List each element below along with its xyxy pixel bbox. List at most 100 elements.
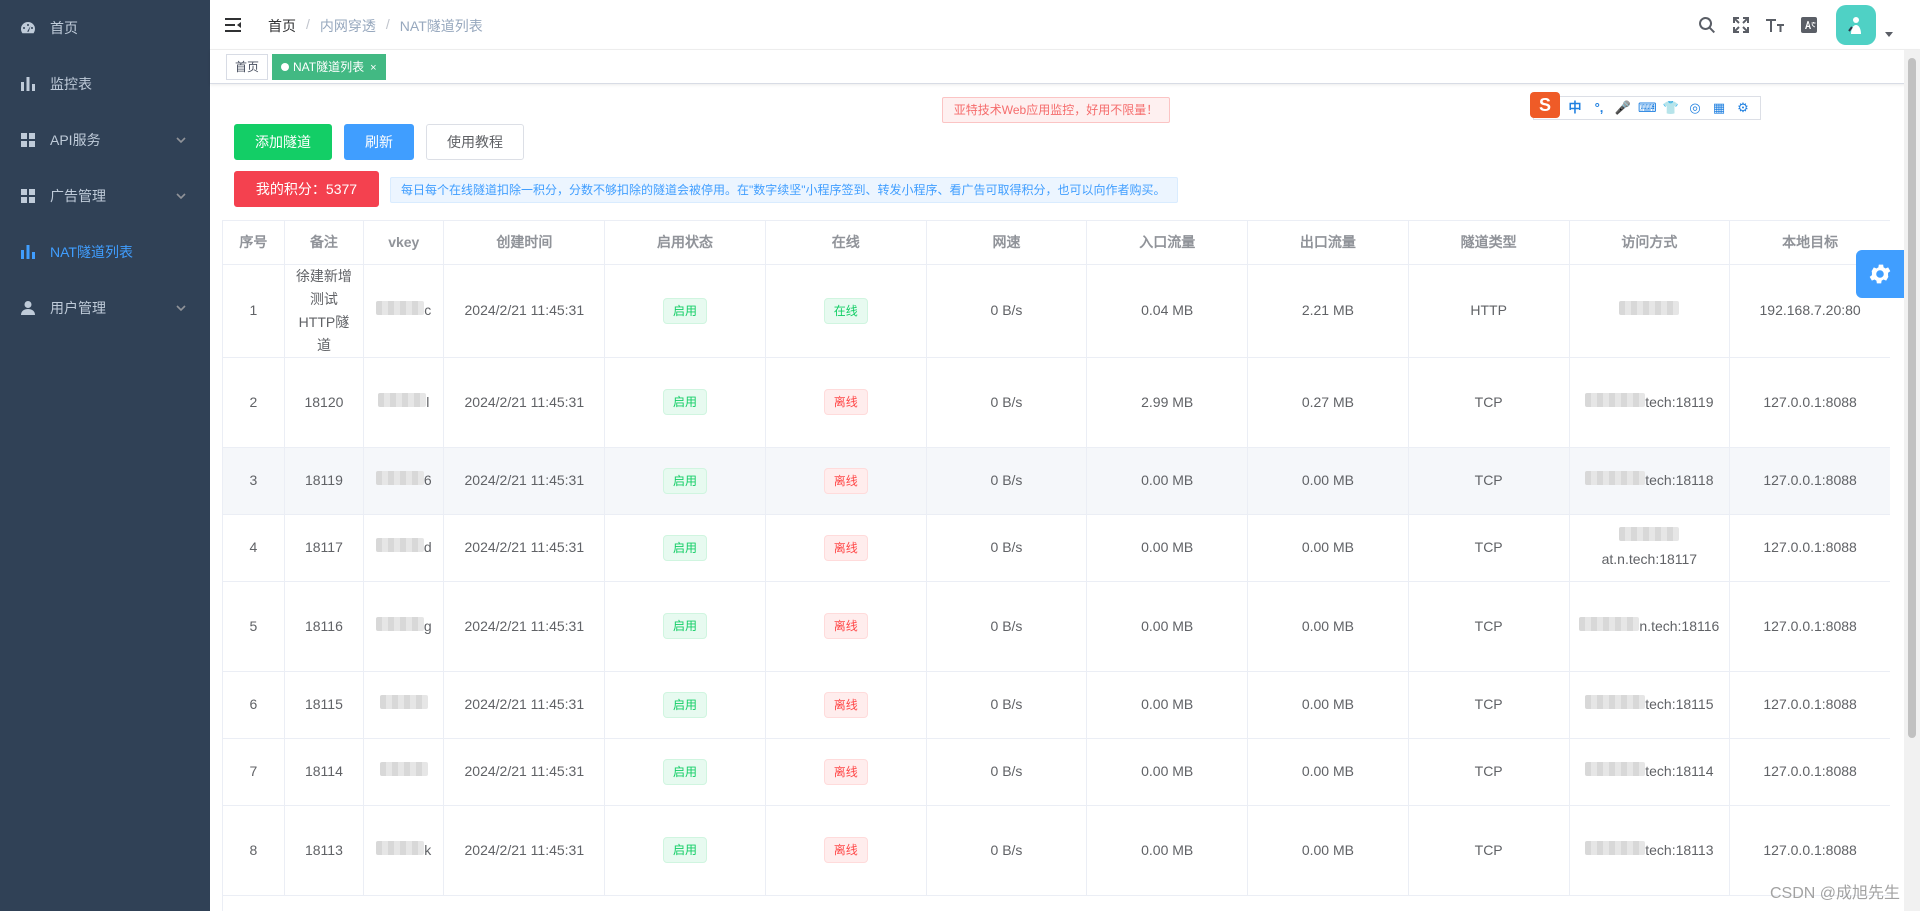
tunnel-table: 序号 备注 vkey 创建时间 启用状态 在线 网速 入口流量 出口流量 隧道类… [222,220,1890,911]
sidebar-item-home[interactable]: 首页 [0,0,210,56]
cell-access: tech:18115 [1569,671,1731,739]
table-row[interactable]: 4 18117 d 2024/2/21 11:45:31 启用 离线 0 B/s 0.00 M… [223,514,1890,582]
table-row[interactable]: 7 18114 2024/2/21 11:45:31 启用 离线 0 B/s 0.00 MB… [223,738,1890,806]
font-size-icon[interactable] [1758,0,1792,50]
table-row[interactable]: 6 18115 2024/2/21 11:45:31 启用 离线 0 B/s 0.00 MB… [223,671,1890,739]
ime-toolbar: S 中 °, 🎤 ⌨ 👕 ◎ ▦ ⚙ [1530,92,1761,120]
access-text: tech:18118 [1645,472,1714,488]
settings-icon[interactable]: ⚙ [1734,100,1752,116]
ime-logo[interactable]: S [1530,92,1560,118]
sidebar-item-api[interactable]: API服务 [0,112,210,168]
cell-online: 离线 [765,581,927,672]
cell-index: 7 [223,738,285,806]
table-row[interactable]: 3 18119 6 2024/2/21 11:45:31 启用 离线 0 B/s 0.00 M… [223,447,1890,515]
cell-in: 0.00 MB [1086,581,1249,672]
keyboard-icon[interactable]: ⌨ [1638,100,1657,116]
ad-notice[interactable]: 亚特技术Web应用监控，好用不限量！ [942,97,1170,123]
cell-speed: 0 B/s [926,264,1088,358]
cell-online: 离线 [765,447,927,515]
scrollbar-thumb[interactable] [1908,58,1916,738]
tag-nat-list[interactable]: NAT隧道列表 × [272,54,386,80]
enabled-status-tag: 启用 [663,389,708,415]
fullscreen-icon[interactable] [1724,0,1758,50]
tag-label: NAT隧道列表 [293,60,365,74]
cell-type: TCP [1408,514,1570,582]
vkey-text: l [426,393,430,410]
cell-access: tech:18114 [1569,738,1731,806]
ime-punctuation-icon[interactable]: °, [1590,100,1608,116]
sidebar-item-label: 用户管理 [50,300,106,316]
chevron-down-icon [174,301,188,315]
enabled-status-tag: 启用 [663,758,708,785]
cell-speed: 0 B/s [926,357,1088,448]
cell-access [1569,264,1731,358]
tag-home[interactable]: 首页 [226,54,269,80]
skin-icon[interactable]: 👕 [1662,100,1680,116]
cell-vkey: k [363,805,445,896]
table-row[interactable]: 5 18116 g 2024/2/21 11:45:31 启用 离线 0 B/s 0.00 M… [223,581,1890,672]
cell-target: 127.0.0.1:8088 [1729,357,1890,448]
redacted-vkey [375,616,424,631]
sidebar-item-monitor[interactable]: 监控表 [0,56,210,112]
vertical-scrollbar[interactable] [1904,50,1920,911]
cell-speed: 0 B/s [926,581,1088,672]
sidebar-item-ads[interactable]: 广告管理 [0,168,210,224]
cell-remark: 18113 [284,805,365,896]
cell-access: n.tech:18116 [1569,581,1731,672]
breadcrumb-item[interactable]: 首页 [268,16,296,36]
sidebar-item-label: API服务 [50,132,101,148]
refresh-button[interactable]: 刷新 [344,124,414,160]
cell-in: 0.00 MB [1086,738,1249,806]
tutorial-button[interactable]: 使用教程 [426,124,524,160]
settings-button[interactable] [1856,250,1904,298]
my-points-button[interactable]: 我的积分：5377 [234,171,379,207]
cell-created: 2024/2/21 11:45:31 [443,738,606,806]
vkey-text: d [423,539,432,555]
cell-index: 5 [223,581,285,672]
table-row[interactable]: 1 徐建新增测试HTTP隧道 c 2024/2/21 11:45:31 启用 在线 0 B/… [223,264,1890,358]
sidebar: 首页 监控表 API服务 广告管理 NAT隧道列表 用户管理 [0,0,210,911]
add-tunnel-button[interactable]: 添加隧道 [234,124,332,160]
sidebar-item-label: NAT隧道列表 [50,244,133,260]
cell-vkey: 6 [363,447,445,515]
vkey-text: c [424,302,432,318]
cell-enabled: 启用 [604,738,766,806]
caret-down-icon[interactable] [1882,27,1896,41]
sidebar-item-users[interactable]: 用户管理 [0,280,210,336]
cell-out: 0.00 MB [1247,447,1409,515]
cell-vkey: l [363,357,445,448]
table-row[interactable]: 8 18113 k 2024/2/21 11:45:31 启用 离线 0 B/s 0.00 M… [223,805,1890,896]
ime-chinese-mode-icon[interactable]: 中 [1566,100,1584,116]
redacted-host [1585,695,1646,709]
cell-enabled: 启用 [604,357,766,448]
active-dot [281,63,289,71]
cell-speed: 0 B/s [926,447,1088,515]
table-row[interactable]: 2 18120 l 2024/2/21 11:45:31 启用 离线 0 B/s 2.99 M… [223,357,1890,448]
cell-index: 6 [223,671,285,739]
cell-target: 127.0.0.1:8088 [1729,671,1890,739]
close-icon[interactable]: × [370,62,376,74]
cell-type: TCP [1408,805,1570,896]
cell-out: 0.00 MB [1247,738,1409,806]
column-header: 启用状态 [604,221,766,265]
dashboard-icon [20,20,36,36]
cell-created: 2024/2/21 11:45:31 [443,264,606,358]
breadcrumb-item[interactable]: 内网穿透 [320,16,376,36]
vkey-text: g [423,617,432,634]
emoji-icon[interactable]: ◎ [1686,100,1704,116]
cell-out: 0.00 MB [1247,514,1409,582]
search-icon[interactable] [1690,0,1724,50]
navbar: 首页 / 内网穿透 / NAT隧道列表 [210,0,1920,50]
toolbox-icon[interactable]: ▦ [1710,100,1728,116]
online-status-tag: 在线 [823,297,868,324]
cell-remark: 18116 [284,581,365,672]
microphone-icon[interactable]: 🎤 [1614,100,1632,116]
tags-view: 首页 NAT隧道列表 × [210,50,1920,84]
access-text: at.n.tech:18117 [1601,550,1698,567]
avatar[interactable] [1836,5,1876,45]
cell-online: 离线 [765,805,927,896]
hamburger-icon[interactable] [224,16,242,34]
translate-icon[interactable] [1792,0,1826,50]
sidebar-item-nat[interactable]: NAT隧道列表 [0,224,210,280]
cell-in: 0.04 MB [1086,264,1249,358]
